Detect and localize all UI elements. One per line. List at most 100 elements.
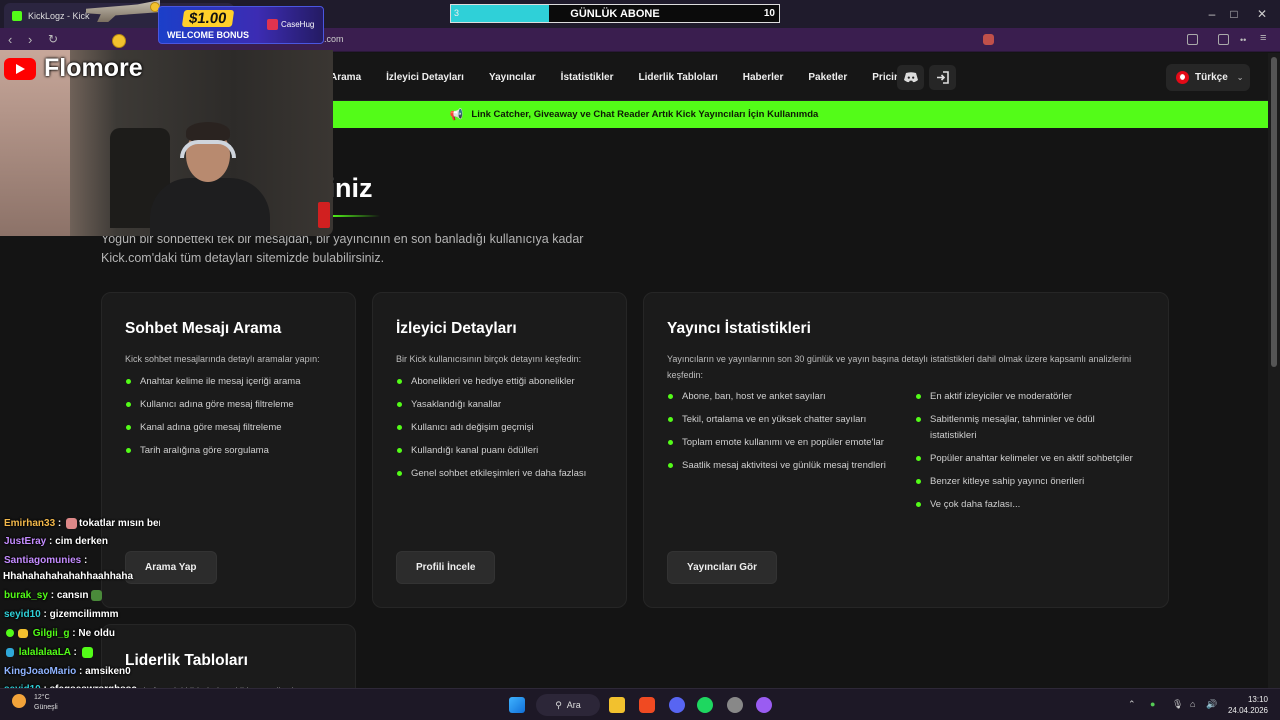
chat-message: JustEray : cim derken xyxy=(4,536,108,547)
headset-icon xyxy=(180,140,236,158)
streamer-hair xyxy=(186,122,230,142)
feature-item: En aktif izleyiciler ve moderatörler xyxy=(915,389,1135,405)
chat-message: Hhahahahahahahhaahhaha xyxy=(3,571,133,582)
file-explorer-icon[interactable] xyxy=(609,697,625,713)
promo-amount: $1.00 xyxy=(181,10,234,27)
sub-goal-target: 10 xyxy=(763,8,775,19)
feature-item: Kullanıcı adı değişim geçmişi xyxy=(396,420,586,436)
login-button[interactable] xyxy=(929,65,956,90)
chat-text: tokatlar mısın beni xyxy=(79,518,160,530)
taskbar-clock[interactable]: 13:10 24.04.2026 xyxy=(1226,694,1268,716)
chevron-down-icon: ⌄ xyxy=(1236,73,1244,82)
emote-icon xyxy=(66,518,78,529)
view-streamers-button[interactable]: Yayıncıları Gör xyxy=(667,551,778,584)
chat-text: Ne oldu xyxy=(78,628,116,639)
reload-button[interactable]: ↻ xyxy=(48,32,58,46)
nav-link-istatistikler[interactable]: İstatistikler xyxy=(561,72,614,83)
feature-item: Benzer kitleye sahip yayıncı önerileri xyxy=(915,474,1135,490)
search-label: Ara xyxy=(566,700,581,710)
chat-user: Santiagomunies xyxy=(4,555,82,566)
app-icon[interactable] xyxy=(756,697,772,713)
chat-user: KingJoaoMario xyxy=(4,666,77,677)
chat-user: Emirhan33 xyxy=(4,518,56,530)
weather-label: Güneşli xyxy=(34,704,58,711)
app-icon[interactable] xyxy=(727,697,743,713)
weather-widget[interactable]: 12°C Güneşli xyxy=(12,694,58,711)
webcam-overlay: Flomore xyxy=(0,50,333,236)
chat-text: cim derken xyxy=(55,536,108,547)
card-title: İzleyici Detayları xyxy=(396,320,517,337)
feature-item: Genel sohbet etkileşimleri ve daha fazla… xyxy=(396,466,586,482)
taskbar-search[interactable]: ⚲ Ara xyxy=(536,694,600,716)
nav-link-arama[interactable]: Arama xyxy=(330,72,361,83)
feature-item: Abonelikleri ve hediye ettiği abonelikle… xyxy=(396,374,586,390)
page-scrollbar[interactable] xyxy=(1268,53,1280,688)
clock-date: 24.04.2026 xyxy=(1227,706,1268,715)
spotify-icon[interactable] xyxy=(697,697,713,713)
microphone-icon[interactable]: 🎙 xyxy=(1172,699,1183,710)
network-icon[interactable]: ⌂ xyxy=(1190,699,1195,709)
feature-list: Anahtar kelime ile mesaj içeriği arama K… xyxy=(125,374,301,466)
nav-link-haberler[interactable]: Haberler xyxy=(743,72,784,83)
language-label: Türkçe xyxy=(1195,72,1228,83)
tray-chevron-icon[interactable]: ⌃ xyxy=(1128,699,1136,710)
chat-text: amsiken0 xyxy=(85,666,131,677)
nav-link-paketler[interactable]: Paketler xyxy=(808,72,847,83)
brave-shield-icon[interactable] xyxy=(983,34,994,45)
chat-user: seyid10 xyxy=(4,609,41,620)
feature-item: Tarih aralığına göre sorgulama xyxy=(125,443,301,459)
weather-temp: 12°C xyxy=(34,694,50,701)
tray-app-icon[interactable]: ● xyxy=(1150,699,1155,709)
minimize-button[interactable]: – xyxy=(1202,7,1222,21)
feature-item: Tekil, ortalama ve en yüksek chatter say… xyxy=(667,412,887,428)
card-subtitle: Kick sohbet mesajlarında detaylı aramala… xyxy=(125,354,320,364)
megaphone-icon: 📢 xyxy=(449,109,464,121)
chat-text: cansın xyxy=(56,590,89,602)
feature-item: Kullanıcı adına göre mesaj filtreleme xyxy=(125,397,301,413)
card-viewer-details: İzleyici Detayları Bir Kick kullanıcısın… xyxy=(372,292,627,608)
close-button[interactable]: ✕ xyxy=(1252,7,1272,21)
volume-icon[interactable]: 🔊 xyxy=(1206,699,1217,710)
promo-subtitle: WELCOME BONUS xyxy=(167,30,249,40)
chat-message: Emirhan33 : tokatlar mısın beni xyxy=(4,518,160,529)
feature-item: Sabitlenmiş mesajlar, tahminler ve ödül … xyxy=(915,412,1135,444)
promo-brand: CaseHug xyxy=(267,19,314,30)
card-title: Yayıncı İstatistikleri xyxy=(667,320,811,337)
feature-item: Kullandığı kanal puanı ödülleri xyxy=(396,443,586,459)
wallet-icon[interactable] xyxy=(1218,34,1229,45)
sidebar-icon[interactable] xyxy=(1187,34,1198,45)
chat-text: gizemcilimmm xyxy=(49,609,119,620)
chat-user: Gilgii_g xyxy=(32,628,70,639)
login-icon xyxy=(937,71,949,84)
chat-message: Gilgii_g : Ne oldu xyxy=(4,628,115,639)
nav-link-izleyici[interactable]: İzleyici Detayları xyxy=(386,72,464,83)
back-button[interactable]: ‹ xyxy=(8,32,12,47)
discord-app-icon[interactable] xyxy=(669,697,685,713)
card-title: Sohbet Mesajı Arama xyxy=(125,320,282,337)
nav-link-yayincilar[interactable]: Yayıncılar xyxy=(489,72,536,83)
streamer-body xyxy=(150,178,270,236)
extensions-icon[interactable]: •• xyxy=(1240,35,1251,46)
maximize-button[interactable]: □ xyxy=(1224,7,1244,21)
scrollbar-thumb[interactable] xyxy=(1271,57,1277,367)
feature-item: Kanal adına göre mesaj filtreleme xyxy=(125,420,301,436)
menu-icon[interactable]: ≡ xyxy=(1260,32,1271,44)
chat-message: Santiagomunies : xyxy=(4,555,88,566)
brave-browser-icon[interactable] xyxy=(639,697,655,713)
chat-overlay: Emirhan33 : tokatlar mısın beni JustEray… xyxy=(0,516,160,692)
view-profile-button[interactable]: Profili İncele xyxy=(396,551,496,584)
sun-icon xyxy=(12,694,26,708)
nav-link-liderlik[interactable]: Liderlik Tabloları xyxy=(638,72,717,83)
card-streamer-stats: Yayıncı İstatistikleri Yayıncıların ve y… xyxy=(643,292,1169,608)
start-icon[interactable] xyxy=(509,697,525,713)
discord-icon xyxy=(903,72,918,83)
nav-links: Arama İzleyici Detayları Yayıncılar İsta… xyxy=(330,53,941,101)
search-icon: ⚲ xyxy=(555,699,562,710)
tab-title: KickLogz - Kick xyxy=(28,10,90,21)
forward-button[interactable]: › xyxy=(28,32,32,47)
clock-time: 13:10 xyxy=(1247,695,1268,704)
discord-button[interactable] xyxy=(897,65,924,90)
language-select[interactable]: Türkçe ⌄ xyxy=(1166,64,1250,91)
hero-underline xyxy=(330,215,380,217)
chat-text: Hhahahahahahahhaahhaha xyxy=(3,571,134,582)
